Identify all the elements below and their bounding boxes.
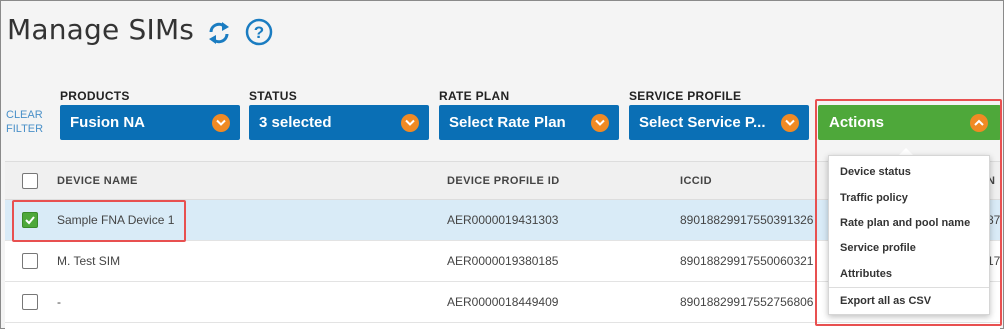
svg-text:?: ? xyxy=(254,23,264,42)
select-all-checkbox[interactable] xyxy=(22,173,38,189)
iccid-cell: 89018829917550060321 xyxy=(680,254,814,268)
iccid-cell: 89018829917550391326 xyxy=(680,213,814,227)
service-profile-filter-select[interactable]: Select Service P... xyxy=(629,105,809,140)
highlight-box xyxy=(12,200,186,242)
products-filter-select[interactable]: Fusion NA xyxy=(60,105,240,140)
status-filter-label: STATUS xyxy=(249,89,298,103)
device-profile-id-cell: AER0000018449409 xyxy=(447,295,559,309)
rate-plan-filter-label: RATE PLAN xyxy=(439,89,510,103)
chevron-down-icon xyxy=(212,114,230,132)
manage-sims-panel: Manage SIMs ? CLEAR FILTER PRODUCTS Fusi… xyxy=(0,0,1004,329)
clear-filter-link[interactable]: CLEAR FILTER xyxy=(6,108,50,136)
chevron-down-icon xyxy=(591,114,609,132)
row-checkbox[interactable] xyxy=(22,294,38,310)
highlight-box xyxy=(815,99,1002,326)
page-title: Manage SIMs xyxy=(7,13,195,46)
rate-plan-filter-value: Select Rate Plan xyxy=(449,114,566,131)
chevron-down-icon xyxy=(781,114,799,132)
device-name-cell[interactable]: M. Test SIM xyxy=(57,254,120,268)
rate-plan-filter-select[interactable]: Select Rate Plan xyxy=(439,105,619,140)
status-filter-select[interactable]: 3 selected xyxy=(249,105,429,140)
device-profile-id-cell: AER0000019380185 xyxy=(447,254,559,268)
service-profile-filter-label: SERVICE PROFILE xyxy=(629,89,742,103)
chevron-down-icon xyxy=(401,114,419,132)
iccid-cell: 89018829917552756806 xyxy=(680,295,814,309)
status-filter-value: 3 selected xyxy=(259,114,332,131)
service-profile-filter-value: Select Service P... xyxy=(639,114,766,131)
refresh-icon[interactable] xyxy=(205,19,233,47)
device-profile-id-cell: AER0000019431303 xyxy=(447,213,559,227)
row-checkbox[interactable] xyxy=(22,253,38,269)
help-icon[interactable]: ? xyxy=(245,18,273,46)
column-iccid[interactable]: ICCID xyxy=(680,175,712,187)
device-name-cell[interactable]: - xyxy=(57,295,61,309)
column-device-name[interactable]: DEVICE NAME xyxy=(57,175,138,187)
products-filter-label: PRODUCTS xyxy=(60,89,130,103)
column-device-profile-id[interactable]: DEVICE PROFILE ID xyxy=(447,175,560,187)
products-filter-value: Fusion NA xyxy=(70,114,145,131)
